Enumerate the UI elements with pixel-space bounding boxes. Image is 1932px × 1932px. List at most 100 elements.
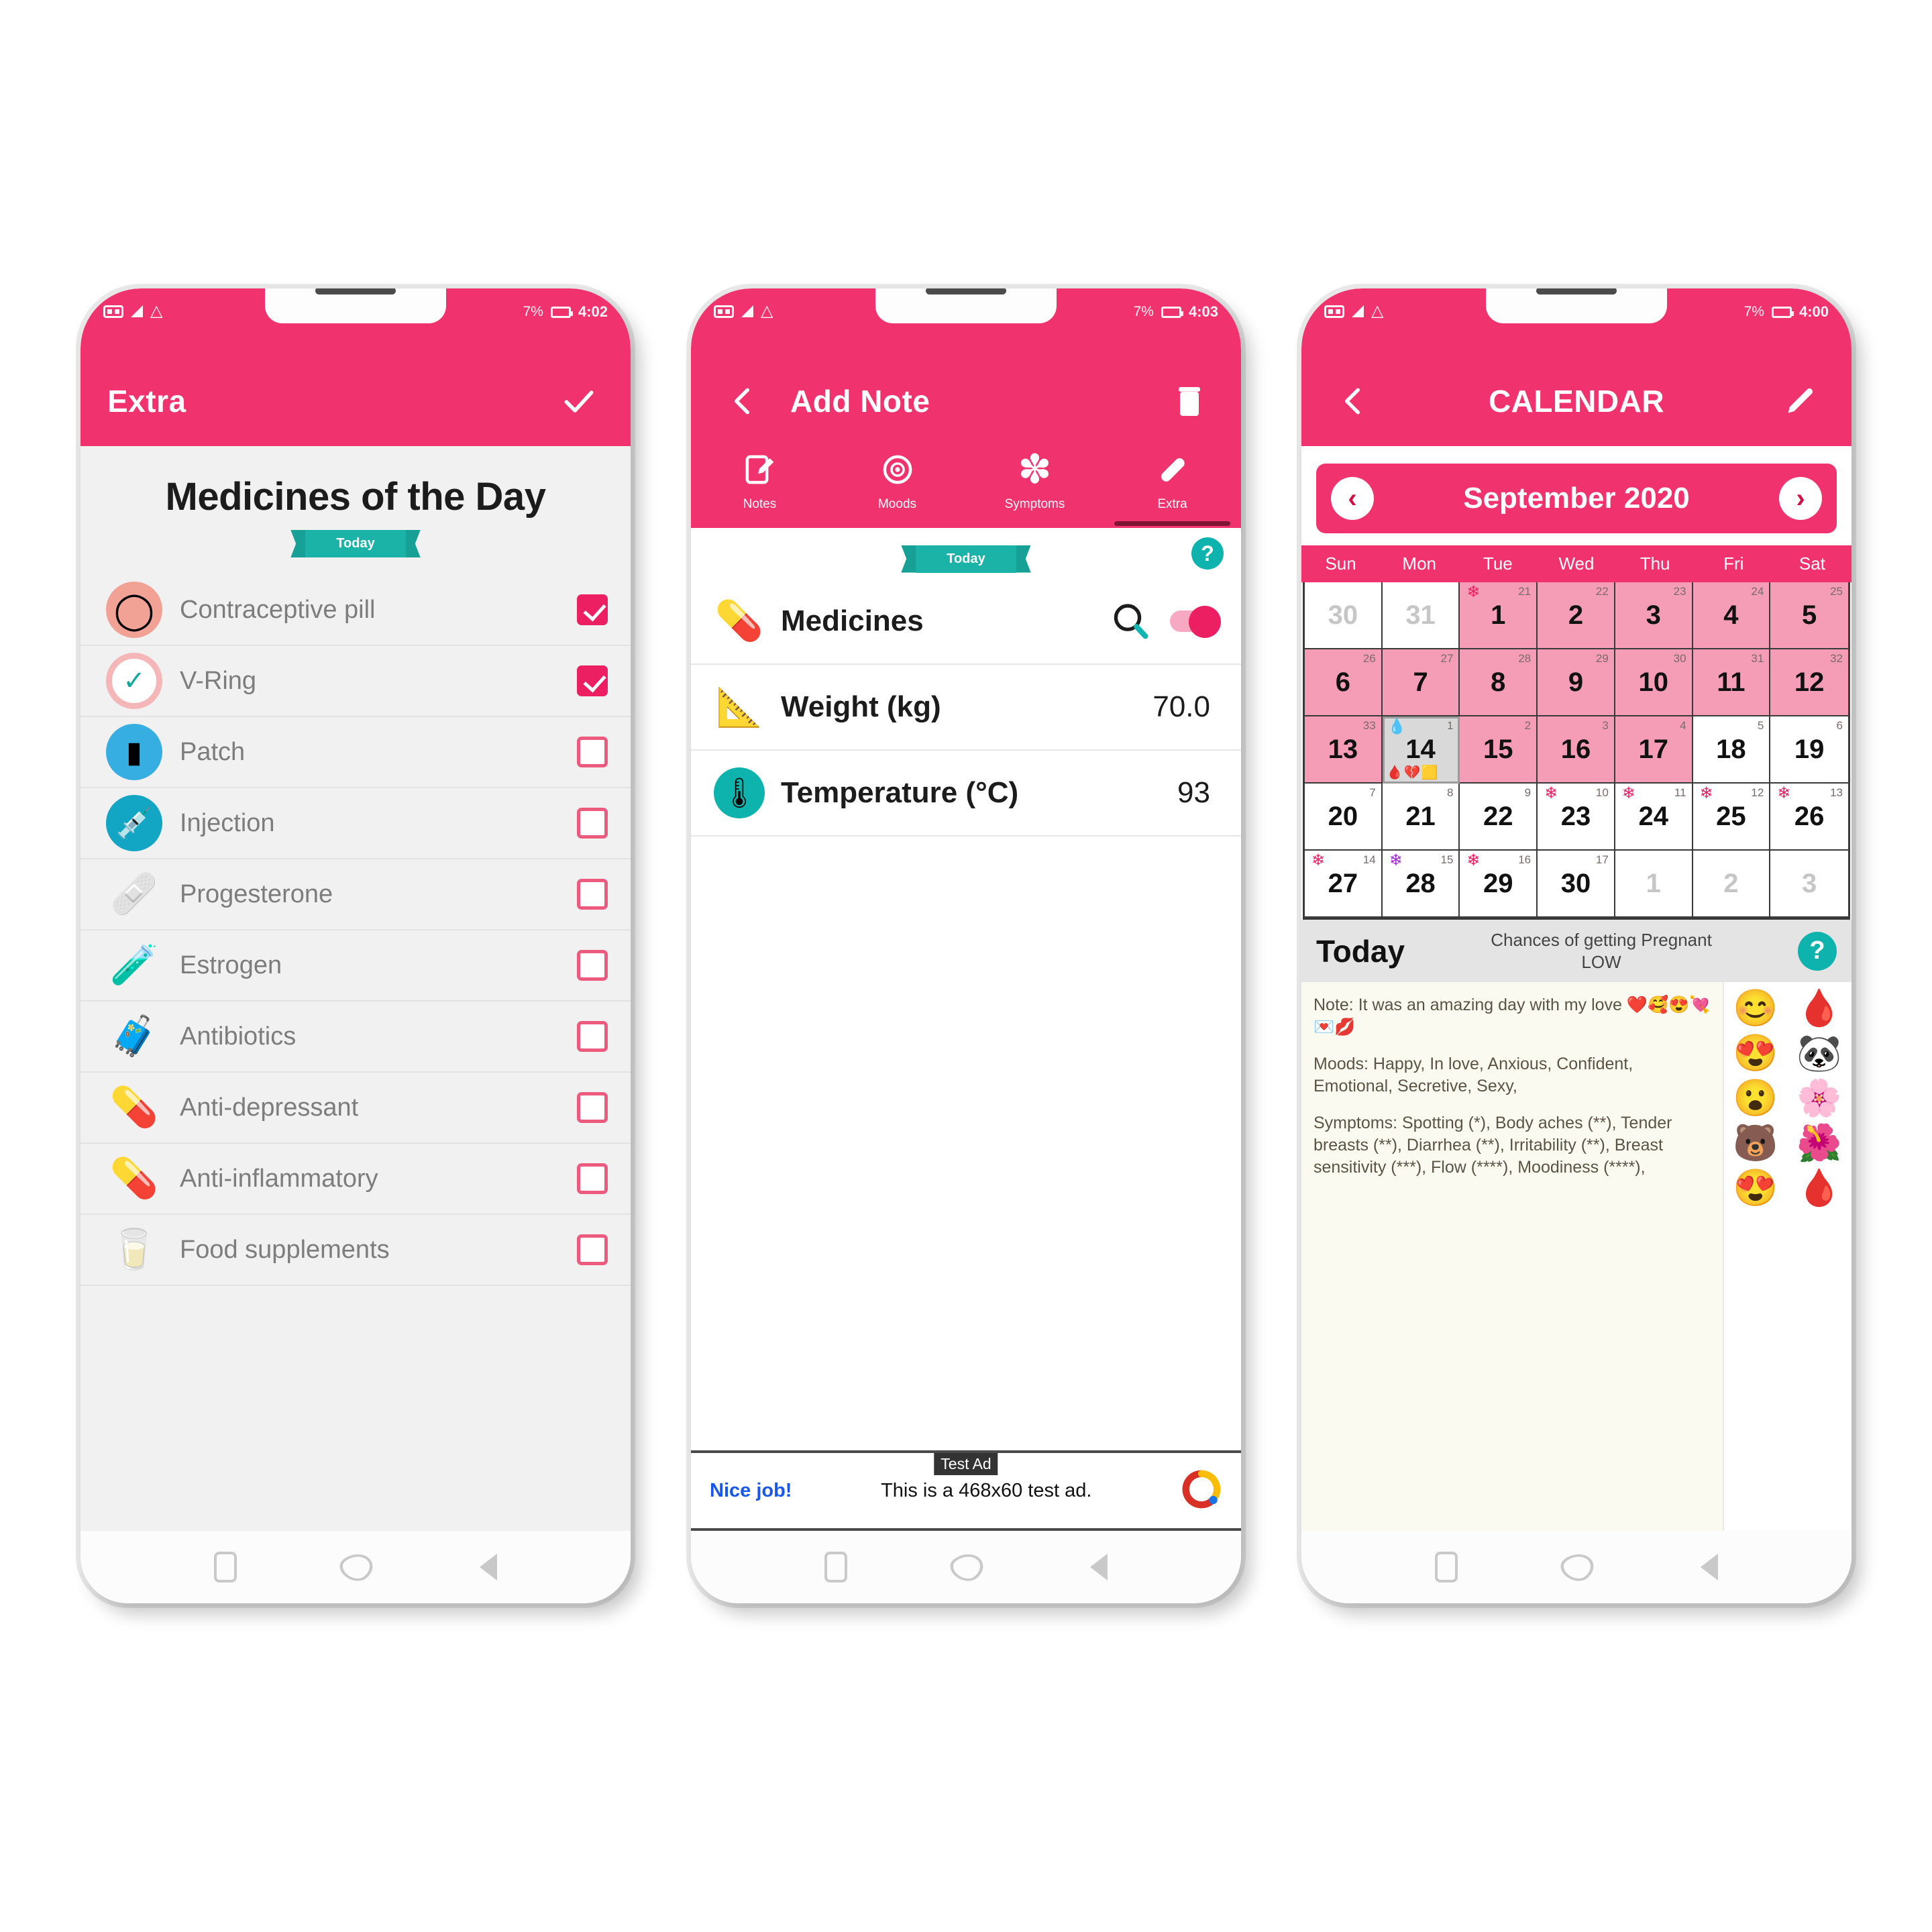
home-icon[interactable] xyxy=(1554,1548,1601,1586)
tab-notes[interactable]: Notes xyxy=(691,449,828,517)
medicine-row[interactable]: 💊 Anti-depressant xyxy=(80,1073,631,1144)
tab-moods[interactable]: Moods xyxy=(828,449,966,517)
calendar-day-cell[interactable]: 16 ❄ 29 xyxy=(1460,851,1538,918)
calendar-day-cell[interactable]: 31 11 xyxy=(1693,649,1771,716)
calendar-day-cell[interactable]: 6 19 xyxy=(1770,716,1848,784)
medicine-checkbox[interactable] xyxy=(577,737,608,767)
back-triangle-icon[interactable] xyxy=(477,1551,498,1583)
tab-extra[interactable]: Extra xyxy=(1104,449,1241,526)
trash-icon[interactable] xyxy=(1165,376,1214,426)
calendar-day-cell[interactable]: 8 21 xyxy=(1382,784,1460,851)
calendar-day-cell[interactable]: 5 18 xyxy=(1693,716,1771,784)
medicine-checkbox[interactable] xyxy=(577,1163,608,1194)
calendar-day-cell[interactable]: 29 9 xyxy=(1538,649,1615,716)
calendar-day-cell[interactable]: 26 6 xyxy=(1305,649,1383,716)
status-time-1: 4:02 xyxy=(578,303,608,320)
calendar-day-cell[interactable]: 25 5 xyxy=(1770,582,1848,649)
medicine-checkbox[interactable] xyxy=(577,1092,608,1123)
home-icon[interactable] xyxy=(333,1548,380,1586)
calendar-day-cell[interactable]: 9 22 xyxy=(1460,784,1538,851)
day-number: 12 xyxy=(1794,667,1825,697)
chevron-left-icon[interactable] xyxy=(1328,376,1378,426)
calendar-day-cell[interactable]: 3 xyxy=(1770,851,1848,918)
medicine-row[interactable]: 💉 Injection xyxy=(80,788,631,859)
cycle-day-number: 17 xyxy=(1595,853,1609,866)
calendar-day-cell[interactable]: 30 10 xyxy=(1615,649,1693,716)
recents-square-icon[interactable] xyxy=(1434,1552,1458,1582)
back-triangle-icon[interactable] xyxy=(1698,1551,1719,1583)
calendar-day-cell[interactable]: 33 13 xyxy=(1305,716,1383,784)
medicine-checkbox[interactable] xyxy=(577,665,608,696)
help-question-icon[interactable]: ? xyxy=(1191,537,1224,570)
search-icon[interactable] xyxy=(1107,598,1154,645)
extra-row[interactable]: 📐 Weight (kg) 70.0 xyxy=(691,665,1241,751)
medicine-checkbox[interactable] xyxy=(577,950,608,981)
calendar-day-cell[interactable]: 22 2 xyxy=(1538,582,1615,649)
medicines-toggle[interactable] xyxy=(1166,606,1221,638)
nav-bar-3 xyxy=(1301,1531,1851,1603)
flower-marker-icon: ❄ xyxy=(1311,851,1326,869)
day-number: 13 xyxy=(1328,734,1358,764)
recents-square-icon[interactable] xyxy=(213,1552,237,1582)
calendar-day-cell[interactable]: 31 xyxy=(1382,582,1460,649)
note-line-note: Note: It was an amazing day with my love… xyxy=(1313,996,1711,1036)
calendar-day-cell[interactable]: 17 30 xyxy=(1538,851,1615,918)
calendar-day-cell[interactable]: 14 ❄ 27 xyxy=(1305,851,1383,918)
calendar-day-cell[interactable]: 1 💧 🩸💔🟨 14 xyxy=(1382,716,1460,784)
extra-row[interactable]: 🌡 Temperature (°C) 93 xyxy=(691,751,1241,837)
medicine-checkbox[interactable] xyxy=(577,1234,608,1265)
chevron-left-circle-icon[interactable]: ‹ xyxy=(1331,477,1374,520)
chevron-right-circle-icon[interactable]: › xyxy=(1779,477,1822,520)
calendar-day-cell[interactable]: 2 15 xyxy=(1460,716,1538,784)
pill-tablet-icon: ◯ xyxy=(106,582,162,638)
day-number: 2 xyxy=(1568,600,1584,630)
ad-link[interactable]: Nice job! xyxy=(710,1480,792,1502)
medicine-checkbox[interactable] xyxy=(577,594,608,625)
medicine-row[interactable]: ◯ Contraceptive pill xyxy=(80,575,631,646)
calendar-day-cell[interactable]: 3 16 xyxy=(1538,716,1615,784)
calendar-day-cell[interactable]: 10 ❄ 23 xyxy=(1538,784,1615,851)
calendar-day-cell[interactable]: 4 17 xyxy=(1615,716,1693,784)
chevron-left-icon[interactable] xyxy=(718,376,767,426)
pencil-icon[interactable] xyxy=(1775,376,1825,426)
medicine-row[interactable]: 🧪 Estrogen xyxy=(80,930,631,1002)
calendar-day-cell[interactable]: 7 20 xyxy=(1305,784,1383,851)
calendar-day-cell[interactable]: 28 8 xyxy=(1460,649,1538,716)
calendar-day-cell[interactable]: 2 xyxy=(1693,851,1771,918)
calendar-day-cell[interactable]: 23 3 xyxy=(1615,582,1693,649)
back-triangle-icon[interactable] xyxy=(1087,1551,1108,1583)
medicine-checkbox[interactable] xyxy=(577,808,608,839)
medicine-row[interactable]: 🥛 Food supplements xyxy=(80,1215,631,1286)
calendar-day-cell[interactable]: 13 ❄ 26 xyxy=(1770,784,1848,851)
medicine-row[interactable]: 💊 Anti-inflammatory xyxy=(80,1144,631,1215)
calendar-day-cell[interactable]: 15 ❄ 28 xyxy=(1382,851,1460,918)
tab-symptoms[interactable]: ✽ Symptoms xyxy=(966,449,1104,517)
day-number: 28 xyxy=(1405,868,1436,898)
medicine-row[interactable]: ✓ V-Ring xyxy=(80,646,631,717)
help-question-icon[interactable]: ? xyxy=(1798,931,1837,971)
calendar-day-cell[interactable]: 21 ❄ 1 xyxy=(1460,582,1538,649)
row-label: Weight (kg) xyxy=(781,690,941,723)
extra-row[interactable]: 💊 Medicines xyxy=(691,579,1241,665)
calendar-day-cell[interactable]: 27 7 xyxy=(1382,649,1460,716)
medicine-checkbox[interactable] xyxy=(577,879,608,910)
medicine-label: Antibiotics xyxy=(180,1022,297,1051)
medicine-row[interactable]: ▮ Patch xyxy=(80,717,631,788)
cycle-day-number: 6 xyxy=(1836,719,1843,732)
medicine-row[interactable]: 🩹 Progesterone xyxy=(80,859,631,930)
vaginal-ring-icon: ✓ xyxy=(106,653,162,709)
calendar-day-cell[interactable]: 12 ❄ 25 xyxy=(1693,784,1771,851)
ad-banner[interactable]: Test Ad Nice job! This is a 468x60 test … xyxy=(691,1450,1241,1531)
medicine-row[interactable]: 🧳 Antibiotics xyxy=(80,1002,631,1073)
calendar-day-cell[interactable]: 24 4 xyxy=(1693,582,1771,649)
calendar-day-cell[interactable]: 30 xyxy=(1305,582,1383,649)
home-icon[interactable] xyxy=(944,1548,991,1586)
calendar-day-cell[interactable]: 32 12 xyxy=(1770,649,1848,716)
check-icon[interactable] xyxy=(554,376,604,426)
battery-percent-3: 7% xyxy=(1743,304,1764,319)
medicine-checkbox[interactable] xyxy=(577,1021,608,1052)
calendar-day-cell[interactable]: 1 xyxy=(1615,851,1693,918)
calendar-day-cell[interactable]: 11 ❄ 24 xyxy=(1615,784,1693,851)
tab-label: Extra xyxy=(1157,497,1187,511)
recents-square-icon[interactable] xyxy=(824,1552,847,1582)
